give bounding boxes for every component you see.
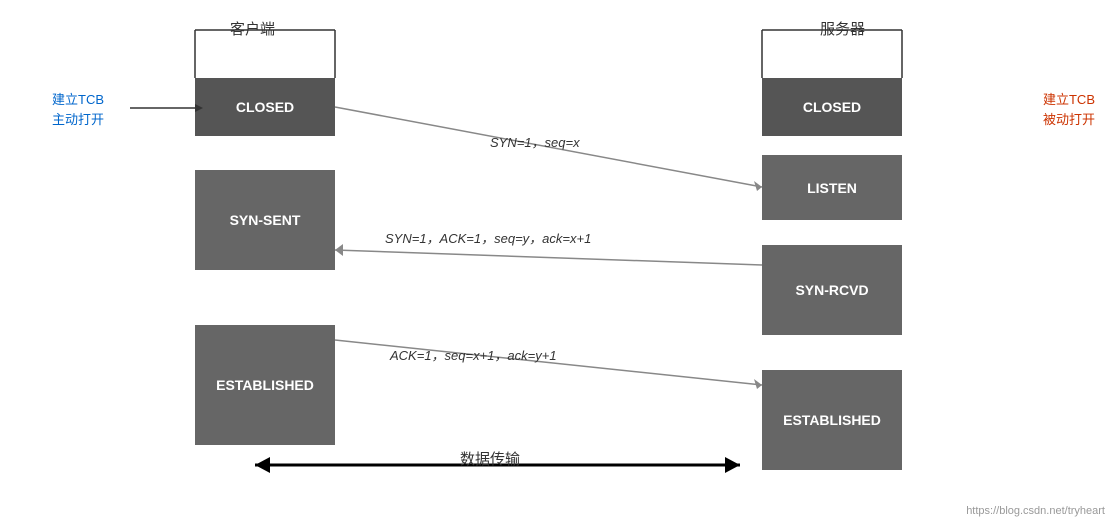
server-listen-box: LISTEN [762, 155, 902, 220]
left-annotation: 建立TCB 主动打开 [52, 90, 104, 129]
msg3-label: ACK=1，seq=x+1，ack=y+1 [390, 345, 557, 364]
client-established-box: ESTABLISHED [195, 325, 335, 445]
msg1-label: SYN=1，seq=x [490, 132, 580, 151]
right-annotation: 建立TCB 被动打开 [1043, 90, 1095, 129]
msg2-label: SYN=1，ACK=1，seq=y，ack=x+1 [385, 228, 591, 247]
watermark: https://blog.csdn.net/tryheart [966, 505, 1105, 517]
server-syn-rcvd-box: SYN-RCVD [762, 245, 902, 335]
server-established-box: ESTABLISHED [762, 370, 902, 470]
arrows-svg [0, 0, 1115, 527]
client-syn-sent-box: SYN-SENT [195, 170, 335, 270]
client-closed-box: CLOSED [195, 78, 335, 136]
diagram-container: 客户端 服务器 建立TCB 主动打开 建立TCB 被动打开 CLOSED SYN… [0, 0, 1115, 527]
server-closed-box: CLOSED [762, 78, 902, 136]
client-column-label: 客户端 [230, 18, 275, 39]
data-transfer-label: 数据传输 [460, 448, 520, 469]
server-column-label: 服务器 [820, 18, 865, 39]
